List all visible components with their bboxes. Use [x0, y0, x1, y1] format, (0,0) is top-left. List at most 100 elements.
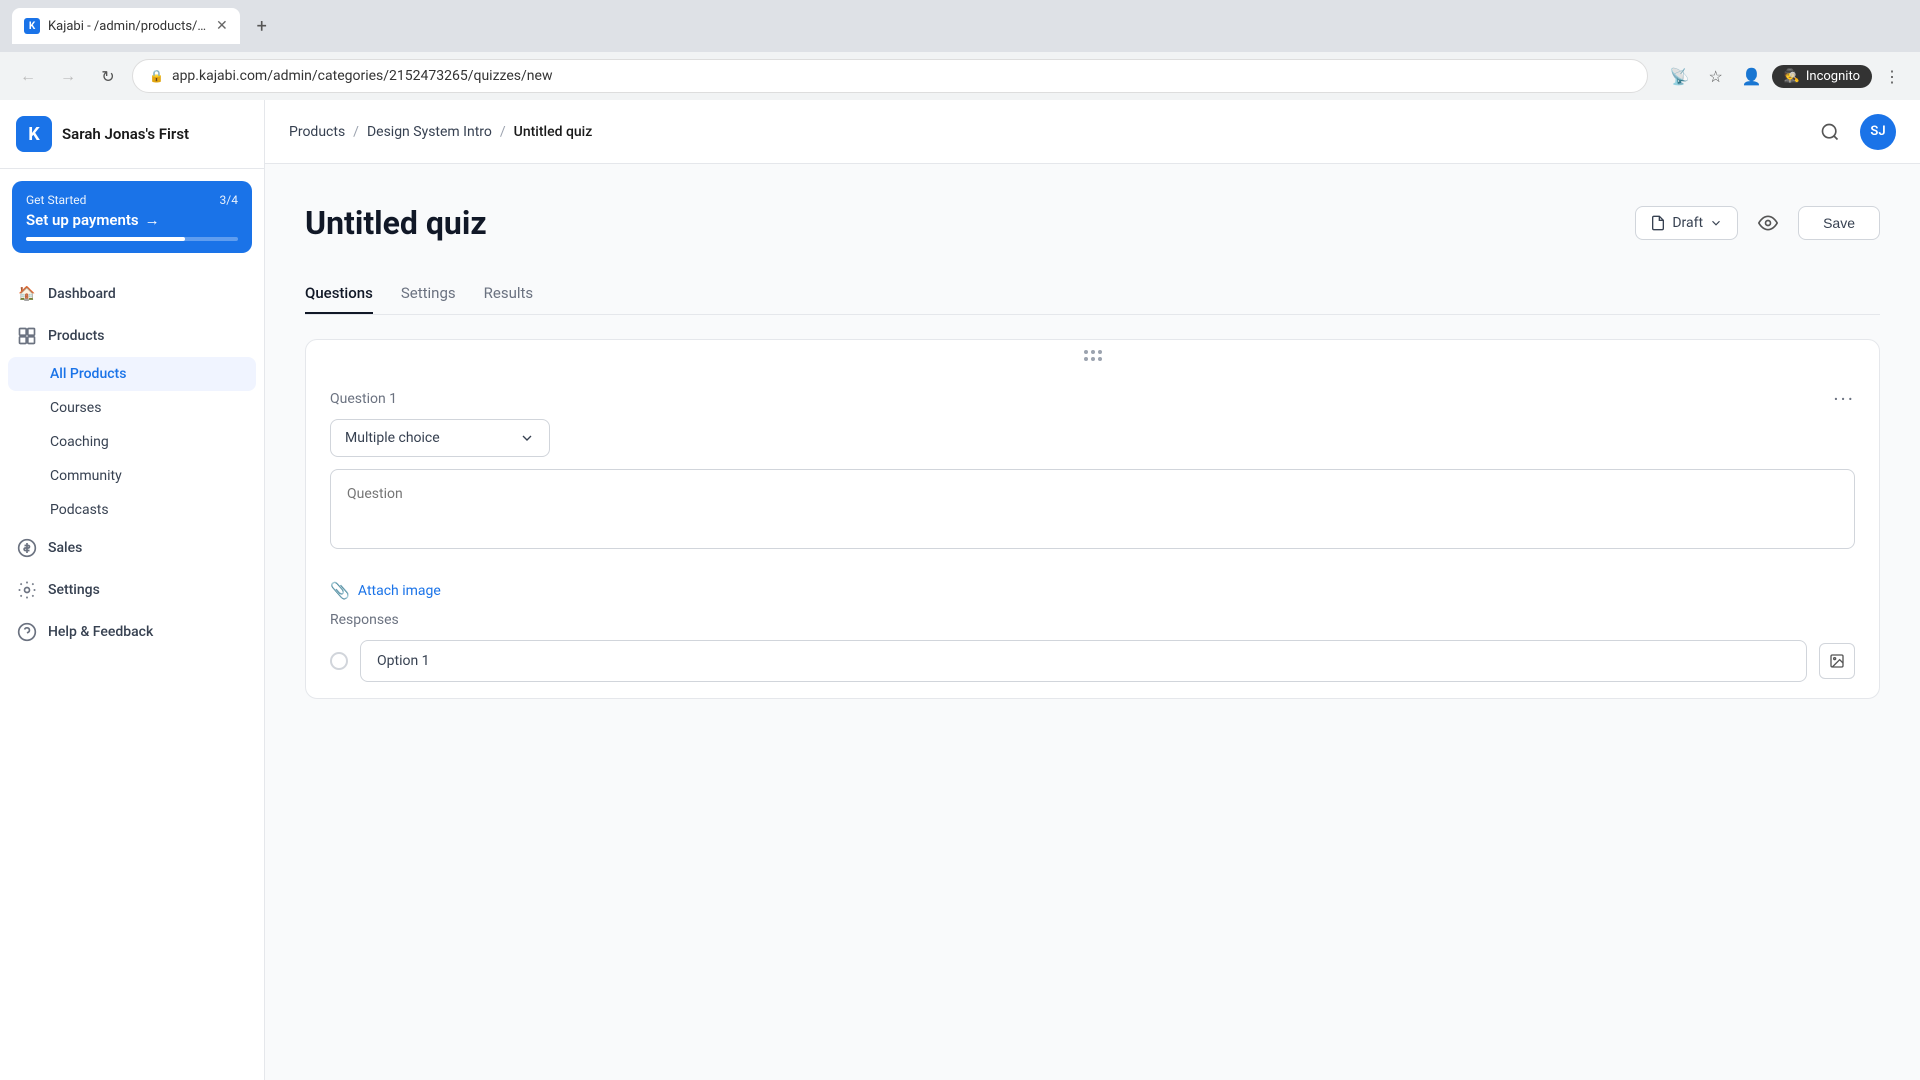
breadcrumb-sep-1: / — [353, 124, 359, 140]
question-header: Question 1 ··· — [306, 371, 1879, 419]
question-text-input[interactable] — [330, 469, 1855, 549]
eye-icon — [1758, 213, 1778, 233]
tab-settings[interactable]: Settings — [401, 274, 456, 314]
option-input-1[interactable] — [360, 640, 1807, 682]
drag-handle[interactable] — [306, 340, 1879, 371]
quiz-card: Question 1 ··· Multiple choice 📎 — [305, 339, 1880, 699]
question-menu-button[interactable]: ··· — [1833, 387, 1855, 411]
tab-results[interactable]: Results — [484, 274, 534, 314]
sidebar-item-coaching[interactable]: Coaching — [0, 425, 264, 459]
get-started-banner[interactable]: Get Started 3/4 Set up payments → — [12, 181, 252, 253]
products-sub-menu: All Products Courses Coaching Community … — [0, 357, 264, 527]
response-row-1 — [330, 640, 1855, 682]
page-title: Untitled quiz — [305, 204, 487, 242]
draft-icon — [1650, 215, 1666, 231]
sidebar-item-help[interactable]: Help & Feedback — [0, 611, 264, 653]
sidebar-item-settings[interactable]: Settings — [0, 569, 264, 611]
coaching-label: Coaching — [50, 434, 109, 450]
home-icon: 🏠 — [16, 283, 38, 305]
back-button[interactable]: ← — [12, 60, 44, 92]
preview-button[interactable] — [1750, 205, 1786, 241]
forward-button[interactable]: → — [52, 60, 84, 92]
sidebar: K Sarah Jonas's First Get Started 3/4 Se… — [0, 100, 265, 1080]
help-icon — [16, 621, 38, 643]
top-bar-icons: SJ — [1812, 114, 1896, 150]
new-tab-button[interactable]: + — [248, 12, 276, 40]
tab-favicon: K — [24, 18, 40, 34]
drag-dots-icon — [1084, 350, 1102, 361]
address-text: app.kajabi.com/admin/categories/21524732… — [172, 68, 553, 84]
page-content: Untitled quiz Draft — [265, 164, 1920, 1080]
lock-icon: 🔒 — [149, 69, 164, 83]
sidebar-item-courses[interactable]: Courses — [0, 391, 264, 425]
top-bar: Products / Design System Intro / Untitle… — [265, 100, 1920, 164]
draft-button[interactable]: Draft — [1635, 206, 1738, 240]
main-content: Products / Design System Intro / Untitle… — [265, 100, 1920, 1080]
sales-icon — [16, 537, 38, 559]
products-icon — [16, 325, 38, 347]
draft-label: Draft — [1672, 215, 1703, 231]
breadcrumb-current: Untitled quiz — [514, 124, 593, 140]
radio-button-1[interactable] — [330, 652, 348, 670]
workspace-name: Sarah Jonas's First — [62, 125, 189, 143]
profile-icon[interactable]: 👤 — [1736, 60, 1768, 92]
bookmark-icon[interactable]: ☆ — [1700, 60, 1732, 92]
tab-title: Kajabi - /admin/products/21481... — [48, 19, 208, 34]
search-button[interactable] — [1812, 114, 1848, 150]
nav-section: 🏠 Dashboard Products All Products — [0, 265, 264, 661]
progress-fill — [26, 237, 185, 241]
breadcrumb-category[interactable]: Design System Intro — [367, 124, 492, 140]
incognito-label: Incognito — [1806, 69, 1860, 84]
header-actions: Draft Save — [1635, 205, 1880, 241]
cast-icon[interactable]: 📡 — [1664, 60, 1696, 92]
save-button[interactable]: Save — [1798, 206, 1880, 240]
breadcrumb-sep-2: / — [500, 124, 506, 140]
draft-chevron-icon — [1709, 216, 1723, 230]
sidebar-item-podcasts[interactable]: Podcasts — [0, 493, 264, 527]
question-type-select[interactable]: Multiple choice — [330, 419, 550, 457]
sidebar-item-dashboard[interactable]: 🏠 Dashboard — [0, 273, 264, 315]
option-image-button-1[interactable] — [1819, 643, 1855, 679]
all-products-label: All Products — [50, 366, 126, 382]
image-icon — [1829, 653, 1845, 669]
tab-questions[interactable]: Questions — [305, 274, 373, 314]
attach-image-label: Attach image — [358, 583, 441, 599]
app-container: K Sarah Jonas's First Get Started 3/4 Se… — [0, 100, 1920, 1080]
question-body: Multiple choice — [306, 419, 1879, 569]
address-bar[interactable]: 🔒 app.kajabi.com/admin/categories/215247… — [132, 59, 1648, 93]
sidebar-item-products[interactable]: Products — [0, 315, 264, 357]
sidebar-header: K Sarah Jonas's First — [0, 100, 264, 169]
browser-controls: ← → ↻ 🔒 app.kajabi.com/admin/categories/… — [0, 52, 1920, 100]
question-label: Question 1 — [330, 391, 397, 407]
attach-image-button[interactable]: 📎 Attach image — [306, 569, 1879, 612]
browser-tab-bar: K Kajabi - /admin/products/21481... ✕ + — [0, 0, 1920, 52]
tab-bar: Questions Settings Results — [305, 274, 1880, 315]
responses-label: Responses — [330, 612, 1855, 628]
type-select-chevron-icon — [519, 430, 535, 446]
tab-close-button[interactable]: ✕ — [216, 18, 228, 34]
active-tab[interactable]: K Kajabi - /admin/products/21481... ✕ — [12, 8, 240, 44]
browser-extra-icons: 📡 ☆ 👤 🕵️ Incognito ⋮ — [1664, 60, 1908, 92]
products-label: Products — [48, 328, 105, 344]
incognito-button[interactable]: 🕵️ Incognito — [1772, 65, 1872, 88]
settings-label: Settings — [48, 582, 100, 598]
sidebar-item-all-products[interactable]: All Products — [8, 357, 256, 391]
refresh-button[interactable]: ↻ — [92, 60, 124, 92]
more-options-button[interactable]: ⋮ — [1876, 60, 1908, 92]
help-label: Help & Feedback — [48, 624, 153, 640]
community-label: Community — [50, 468, 122, 484]
get-started-action-text: Set up payments — [26, 211, 139, 229]
dashboard-label: Dashboard — [48, 286, 116, 302]
incognito-icon: 🕵️ — [1784, 69, 1800, 84]
sidebar-item-community[interactable]: Community — [0, 459, 264, 493]
sidebar-item-sales[interactable]: Sales — [0, 527, 264, 569]
sales-label: Sales — [48, 540, 82, 556]
page-header: Untitled quiz Draft — [305, 204, 1880, 242]
get-started-progress: 3/4 — [220, 193, 238, 207]
breadcrumb-products[interactable]: Products — [289, 124, 345, 140]
user-avatar[interactable]: SJ — [1860, 114, 1896, 150]
get-started-arrow: → — [145, 211, 160, 229]
sidebar-logo: K — [16, 116, 52, 152]
progress-bar — [26, 237, 238, 241]
paperclip-icon: 📎 — [330, 581, 350, 600]
